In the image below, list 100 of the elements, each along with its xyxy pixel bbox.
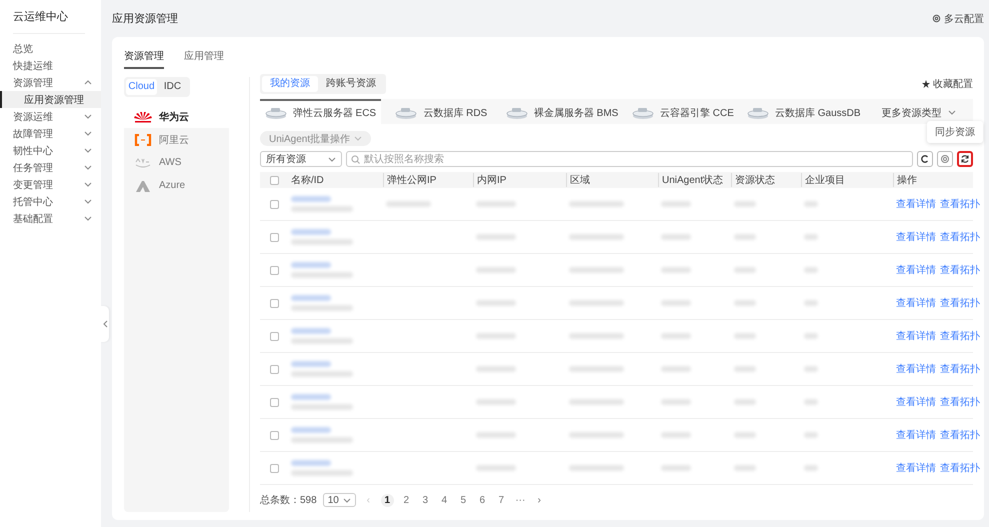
action-link[interactable]: 查看详情 [896, 197, 936, 211]
chevron-icon [84, 181, 92, 188]
action-link[interactable]: 查看详情 [896, 428, 936, 442]
redacted-text [291, 239, 353, 245]
redacted-text [291, 338, 353, 344]
checkbox[interactable] [270, 398, 279, 406]
redacted-text [661, 300, 691, 306]
chevron-icon [354, 135, 362, 142]
column-header: 弹性公网IP [383, 173, 473, 187]
action-link[interactable]: 查看拓扑 [940, 197, 980, 211]
redacted-text [569, 300, 624, 306]
redacted-text [291, 404, 353, 410]
favorite-link[interactable]: 收藏配置 [922, 77, 973, 91]
redacted-text [569, 366, 624, 372]
redacted-text [291, 470, 353, 476]
segment-tab[interactable]: IDC [157, 79, 188, 95]
refresh-button[interactable] [917, 151, 933, 167]
action-link[interactable]: 查看拓扑 [940, 329, 980, 343]
resource-tab[interactable]: 云数据库 GaussDB [743, 99, 864, 124]
nav-item[interactable]: 总览 [0, 40, 101, 57]
checkbox[interactable] [270, 176, 279, 184]
nav-item[interactable]: 变更管理 [0, 176, 101, 193]
nav-item[interactable]: 韧性中心 [0, 142, 101, 159]
action-link[interactable]: 查看详情 [896, 395, 936, 409]
redacted-text [476, 300, 516, 306]
checkbox[interactable] [270, 266, 279, 274]
nav-item[interactable]: 故障管理 [0, 125, 101, 142]
action-link[interactable]: 查看拓扑 [940, 395, 980, 409]
resource-tab[interactable]: 云容器引擎 CCE [622, 99, 744, 124]
provider-item[interactable]: 阿里云 [124, 128, 229, 151]
checkbox[interactable] [270, 332, 279, 340]
next-page-button[interactable]: › [532, 494, 546, 506]
redacted-text [476, 234, 516, 240]
provider-item[interactable]: AWS [124, 151, 229, 174]
action-link[interactable]: 查看拓扑 [940, 428, 980, 442]
search-field[interactable]: 默认按照名称搜索 [346, 151, 913, 167]
page-button[interactable]: 1 [380, 494, 394, 506]
chevron-left-icon [102, 320, 108, 328]
nav-item[interactable]: 资源运维 [0, 108, 101, 125]
action-link[interactable]: 查看拓扑 [940, 362, 980, 376]
provider-item[interactable]: Azure [124, 174, 229, 197]
nav-item[interactable]: 快捷运维 [0, 57, 101, 74]
redacted-text [476, 465, 516, 471]
segment-tab[interactable]: Cloud [126, 79, 157, 95]
server-icon [395, 106, 418, 118]
tab[interactable]: 应用管理 [184, 47, 224, 69]
nav-item[interactable]: 应用资源管理 [0, 91, 101, 108]
multi-cloud-link[interactable]: 多云配置 [932, 12, 984, 26]
checkbox[interactable] [270, 298, 279, 308]
sync-icon [960, 154, 970, 164]
page-button[interactable]: 4 [438, 494, 451, 506]
provider-item[interactable]: 华为云 [124, 105, 229, 128]
checkbox[interactable] [270, 200, 279, 208]
page-button[interactable]: 5 [456, 494, 470, 506]
redacted-text [476, 432, 516, 438]
page-button[interactable]: 7 [494, 494, 508, 506]
nav-item[interactable]: 托管中心 [0, 193, 101, 210]
collapse-handle[interactable] [100, 306, 109, 342]
redacted-text [476, 267, 516, 273]
redacted-text [476, 399, 516, 405]
segment-tab[interactable]: 我的资源 [262, 76, 318, 92]
checkbox[interactable] [270, 430, 279, 440]
page-button[interactable]: 3 [418, 494, 432, 506]
action-link[interactable]: 查看详情 [896, 296, 936, 310]
checkbox[interactable] [270, 464, 279, 472]
chevron-icon [84, 198, 92, 205]
nav-item[interactable]: 资源管理 [0, 74, 101, 91]
redacted-text [291, 272, 353, 278]
server-icon [506, 106, 528, 118]
page-button[interactable]: 6 [476, 494, 489, 506]
resource-filter-select[interactable]: 所有资源 [260, 151, 342, 167]
page-size-select[interactable]: 10 [322, 493, 356, 507]
action-link[interactable]: 查看拓扑 [940, 296, 980, 310]
action-link[interactable]: 查看拓扑 [940, 263, 980, 277]
nav-item[interactable]: 基础配置 [0, 210, 101, 227]
action-link[interactable]: 查看详情 [896, 329, 936, 343]
nav-item[interactable]: 任务管理 [0, 159, 101, 176]
page-button[interactable]: 2 [400, 494, 413, 506]
action-link[interactable]: 查看拓扑 [940, 230, 980, 244]
more-pages-button[interactable]: ··· [514, 494, 527, 506]
chevron-icon [84, 164, 92, 171]
sync-button[interactable] [957, 151, 973, 167]
tab[interactable]: 资源管理 [124, 47, 164, 69]
star-icon [922, 80, 930, 88]
action-link[interactable]: 查看详情 [896, 263, 936, 277]
resource-tab[interactable]: 裸金属服务器 BMS [502, 99, 623, 124]
more-types-dropdown[interactable]: 更多资源类型 [864, 99, 973, 124]
redacted-text [804, 234, 818, 240]
checkbox[interactable] [270, 232, 279, 242]
action-link[interactable]: 查看详情 [896, 362, 936, 376]
segment-tab[interactable]: 跨账号资源 [318, 76, 384, 92]
action-link[interactable]: 查看拓扑 [940, 461, 980, 475]
resource-tab[interactable]: 云数据库 RDS [380, 99, 502, 124]
action-link[interactable]: 查看详情 [896, 461, 936, 475]
redacted-text [661, 201, 691, 207]
checkbox[interactable] [270, 364, 279, 374]
redacted-text [804, 465, 818, 471]
action-link[interactable]: 查看详情 [896, 230, 936, 244]
redacted-text [804, 201, 818, 207]
resource-tab[interactable]: 弹性云服务器 ECS [260, 99, 381, 124]
